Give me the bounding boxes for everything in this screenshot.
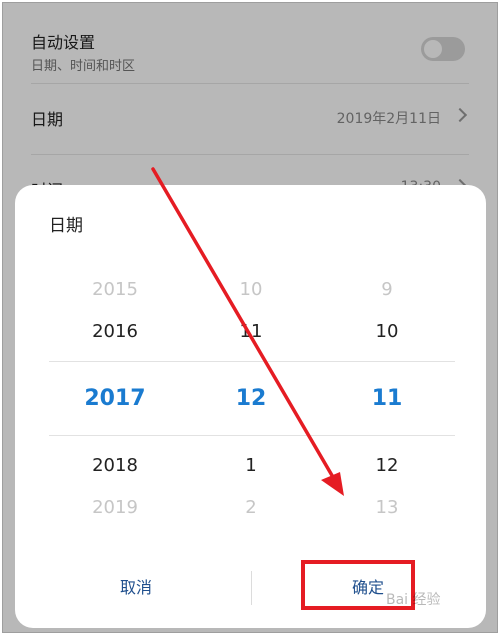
button-divider [251, 571, 252, 605]
year-option[interactable]: 2018 [55, 455, 175, 476]
year-option[interactable]: 2015 [55, 279, 175, 300]
day-selected[interactable]: 11 [327, 386, 447, 411]
day-wheel[interactable]: 9 10 11 12 13 [327, 275, 447, 518]
watermark-text: Bai 经验 [386, 592, 441, 608]
year-option[interactable]: 2019 [55, 497, 175, 518]
year-selected[interactable]: 2017 [55, 386, 175, 411]
day-option[interactable]: 9 [327, 279, 447, 300]
date-picker-dialog: 日期 2015 2016 2017 2018 2019 10 11 12 1 2… [15, 185, 486, 628]
month-option[interactable]: 10 [191, 279, 311, 300]
month-wheel[interactable]: 10 11 12 1 2 [191, 275, 311, 518]
phone-screen: 自动设置 日期、时间和时区 日期 2019年2月11日 时间 13:30 日期 … [2, 2, 498, 633]
cancel-button[interactable]: 取消 [61, 563, 211, 613]
month-option[interactable]: 11 [191, 321, 311, 342]
month-option[interactable]: 2 [191, 497, 311, 518]
year-wheel[interactable]: 2015 2016 2017 2018 2019 [55, 275, 175, 518]
dialog-title: 日期 [49, 216, 83, 236]
month-option[interactable]: 1 [191, 455, 311, 476]
month-selected[interactable]: 12 [191, 386, 311, 411]
day-option[interactable]: 10 [327, 321, 447, 342]
day-option[interactable]: 13 [327, 497, 447, 518]
year-option[interactable]: 2016 [55, 321, 175, 342]
date-wheel-picker: 2015 2016 2017 2018 2019 10 11 12 1 2 9 … [15, 275, 486, 518]
day-option[interactable]: 12 [327, 455, 447, 476]
